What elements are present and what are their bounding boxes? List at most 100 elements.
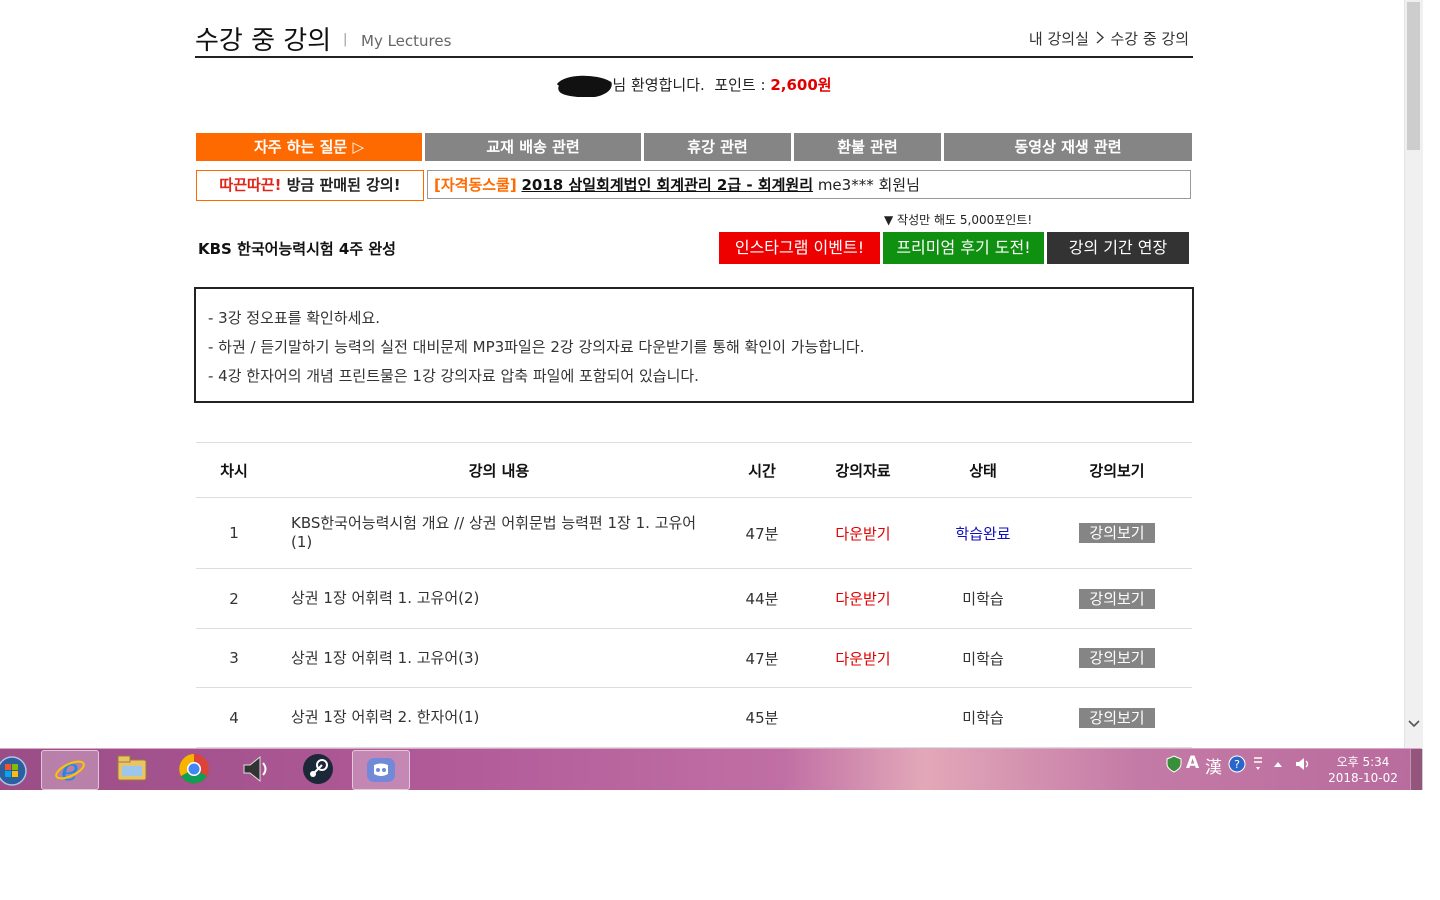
chevron-down-icon[interactable]: [1408, 716, 1420, 732]
lecture-number: 3: [229, 649, 239, 667]
table-row: 4 상권 1장 어휘력 2. 한자어(1) 45분 미학습 강의보기: [196, 688, 1192, 748]
table-row: 3 상권 1장 어휘력 1. 고유어(3) 47분 다운받기 미학습 강의보기: [196, 629, 1192, 688]
svg-text:?: ?: [1234, 758, 1240, 771]
tab-refund[interactable]: 환불 관련: [794, 133, 941, 161]
col-header-material: 강의자료: [835, 461, 891, 480]
chrome-icon[interactable]: [166, 750, 222, 788]
tab-suspension[interactable]: 휴강 관련: [644, 133, 791, 161]
speaker-app-icon[interactable]: [228, 750, 284, 788]
system-clock[interactable]: 오후 5:34 2018-10-02: [1318, 754, 1408, 786]
points-label: 포인트 :: [714, 76, 766, 94]
notice-box: - 3강 정오표를 확인하세요. - 하권 / 듣기말하기 능력의 실전 대비문…: [194, 287, 1194, 403]
internet-explorer-icon[interactable]: e: [41, 750, 99, 790]
extend-period-button[interactable]: 강의 기간 연장: [1047, 232, 1189, 264]
start-orb-icon[interactable]: [0, 751, 34, 787]
show-hidden-icons-icon[interactable]: [1272, 755, 1284, 777]
welcome-text: 님 환영합니다.: [612, 76, 705, 94]
lecture-title: 상권 1장 어휘력 1. 고유어(3): [291, 648, 480, 667]
ticker-course-link[interactable]: 2018 삼일회계법인 회계관리 2급 - 회계원리: [522, 176, 814, 194]
lecture-number: 4: [229, 708, 239, 727]
discord-icon[interactable]: [352, 750, 410, 790]
material-cell: 다운받기: [816, 498, 910, 568]
help-icon[interactable]: ?: [1228, 755, 1246, 777]
breadcrumb-current: 수강 중 강의: [1110, 30, 1189, 48]
volume-icon[interactable]: [1294, 755, 1312, 777]
ime-hanja-button[interactable]: 漢: [1205, 753, 1222, 778]
ticker-hot-label: 따끈따끈!: [219, 176, 282, 194]
tab-textbook-delivery[interactable]: 교재 배송 관련: [425, 133, 641, 161]
col-header-number: 차시: [220, 461, 248, 480]
status-cell: 학습완료: [936, 498, 1030, 568]
download-link[interactable]: 다운받기: [835, 648, 890, 669]
download-link[interactable]: 다운받기: [835, 588, 890, 609]
points-value: 2,600원: [770, 76, 832, 94]
view-lecture-button[interactable]: 강의보기: [1079, 707, 1155, 728]
scrollbar-thumb[interactable]: [1407, 2, 1420, 150]
clock-date: 2018-10-02: [1328, 771, 1398, 785]
lecture-title: 상권 1장 어휘력 2. 한자어(1): [291, 708, 480, 726]
material-cell: 다운받기: [816, 629, 910, 687]
view-cell: 강의보기: [1066, 498, 1168, 568]
view-lecture-button[interactable]: 강의보기: [1079, 588, 1155, 609]
page-subtitle: My Lectures: [361, 32, 452, 50]
table-row: 1 KBS한국어능력시험 개요 // 상권 어휘문법 능력편 1장 1. 고유어…: [196, 498, 1192, 569]
view-lecture-button[interactable]: 강의보기: [1079, 523, 1155, 543]
view-cell: 강의보기: [1066, 688, 1168, 747]
status-text: 미학습: [962, 590, 1004, 608]
ticker-hot-suffix: 방금 판매된 강의!: [286, 176, 401, 194]
lecture-title: 상권 1장 어휘력 1. 고유어(2): [291, 589, 480, 607]
download-link[interactable]: 다운받기: [835, 523, 890, 544]
instagram-event-button[interactable]: 인스타그램 이벤트!: [719, 232, 880, 264]
view-cell: 강의보기: [1066, 629, 1168, 687]
breadcrumb-home-link[interactable]: 내 강의실: [1029, 30, 1089, 48]
redacted-username: [556, 75, 613, 98]
ticker-user: me3*** 회원님: [817, 176, 920, 194]
status-text: 미학습: [962, 649, 1004, 668]
premium-review-button[interactable]: 프리미엄 후기 도전!: [883, 232, 1044, 264]
vertical-scrollbar[interactable]: [1404, 0, 1423, 748]
col-header-content: 강의 내용: [468, 461, 530, 480]
lecture-title: KBS한국어능력시험 개요 // 상권 어휘문법 능력편 1장 1. 고유어(1…: [291, 514, 697, 551]
review-point-note: ▼ 작성만 해도 5,000포인트!: [884, 213, 1033, 227]
ticker-category: [자격동스쿨]: [434, 176, 517, 194]
page-header: 수강 중 강의 | My Lectures 내 강의실 수강 중 강의: [195, 18, 1193, 58]
view-cell: 강의보기: [1066, 569, 1168, 628]
welcome-bar: 님 환영합니다. 포인트 : 2,600원: [0, 74, 1388, 98]
notice-line: - 4강 한자어의 개념 프린트물은 1강 강의자료 압축 파일에 포함되어 있…: [208, 367, 699, 385]
material-cell: 다운받기: [816, 569, 910, 628]
ticker-label: 따끈따끈! 방금 판매된 강의!: [196, 170, 424, 201]
title-separator: |: [343, 32, 348, 47]
table-header-row: 차시 강의 내용 시간 강의자료 상태 강의보기: [196, 443, 1192, 498]
lecture-time: 47분: [745, 649, 779, 668]
status-cell: 미학습: [936, 629, 1030, 687]
breadcrumb: 내 강의실 수강 중 강의: [1029, 28, 1189, 49]
ime-options-icon[interactable]: [1252, 755, 1264, 777]
course-title: KBS 한국어능력시험 4주 완성: [198, 240, 396, 258]
tab-faq[interactable]: 자주 하는 질문 ▷: [196, 133, 422, 161]
ticker-item: [자격동스쿨] 2018 삼일회계법인 회계관리 2급 - 회계원리 me3**…: [427, 170, 1191, 199]
lecture-number: 1: [229, 524, 239, 542]
page-title: 수강 중 강의: [195, 26, 332, 56]
status-cell: 미학습: [936, 688, 1030, 747]
clock-time: 오후 5:34: [1336, 755, 1390, 769]
ime-alpha-button[interactable]: A: [1186, 753, 1199, 773]
svg-text:e: e: [61, 754, 79, 786]
steam-icon[interactable]: [290, 750, 346, 788]
status-text: 미학습: [962, 709, 1004, 727]
lecture-number: 2: [229, 589, 239, 608]
col-header-time: 시간: [748, 461, 776, 480]
faq-tabs: 자주 하는 질문 ▷ 교재 배송 관련 휴강 관련 환불 관련 동영상 재생 관…: [195, 133, 1193, 161]
notice-line: - 하권 / 듣기말하기 능력의 실전 대비문제 MP3파일은 2강 강의자료 …: [208, 338, 865, 356]
tab-video-playback[interactable]: 동영상 재생 관련: [944, 133, 1192, 161]
chevron-right-icon: [1096, 30, 1109, 48]
lecture-time: 44분: [745, 590, 779, 608]
windows-taskbar: e A 漢 ? 오후 5:34 2018-10-02: [0, 748, 1423, 790]
table-row: 2 상권 1장 어휘력 1. 고유어(2) 44분 다운받기 미학습 강의보기: [196, 569, 1192, 629]
network-security-icon[interactable]: [1166, 755, 1182, 777]
view-lecture-button[interactable]: 강의보기: [1079, 648, 1155, 668]
col-header-view: 강의보기: [1089, 461, 1145, 480]
file-explorer-icon[interactable]: [104, 750, 160, 788]
show-desktop-button[interactable]: [1410, 749, 1423, 790]
notice-line: - 3강 정오표를 확인하세요.: [208, 309, 381, 327]
lecture-time: 47분: [745, 524, 779, 543]
